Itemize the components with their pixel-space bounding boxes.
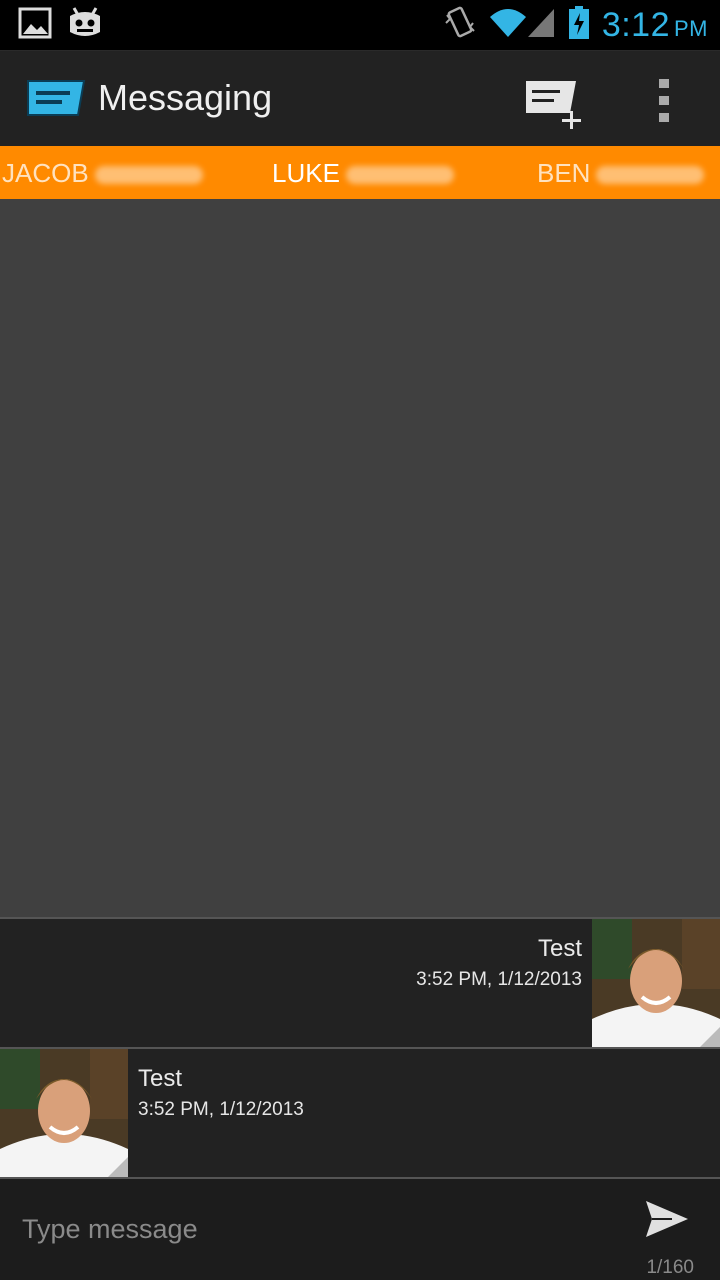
status-bar: 3:12 PM <box>0 0 720 50</box>
compose-bar: 1/160 <box>0 1177 720 1280</box>
message-timestamp: 3:52 PM, 1/12/2013 <box>138 1099 304 1120</box>
new-message-icon[interactable] <box>520 75 586 131</box>
redacted-surname <box>596 166 705 185</box>
message-timestamp: 3:52 PM, 1/12/2013 <box>416 969 582 990</box>
clock-time: 3:12 <box>601 5 670 44</box>
redacted-surname <box>94 166 203 185</box>
conversation-area[interactable] <box>0 199 720 917</box>
message-text: Test <box>138 1065 183 1092</box>
cyanogenmod-icon <box>66 6 104 45</box>
signal-icon <box>526 7 556 44</box>
message-item[interactable]: Test 3:52 PM, 1/12/2013 <box>0 917 720 1047</box>
message-input[interactable] <box>22 1203 602 1255</box>
tab-contact-1[interactable]: JACOB <box>2 146 203 199</box>
overflow-menu-icon[interactable] <box>650 75 678 125</box>
contact-tab-strip: JACOB LUKE BEN <box>0 146 720 199</box>
clock: 3:12 PM <box>602 6 708 45</box>
tab-label: LUKE <box>272 158 340 188</box>
battery-charging-icon <box>568 5 590 45</box>
message-body: Test 3:52 PM, 1/12/2013 <box>416 935 582 991</box>
gallery-notification-icon <box>18 6 52 45</box>
redacted-surname <box>345 166 454 185</box>
message-body: Test 3:52 PM, 1/12/2013 <box>138 1065 304 1121</box>
tab-contact-3[interactable]: BEN <box>537 146 705 199</box>
tab-label: BEN <box>537 158 591 188</box>
vibrate-icon <box>444 5 476 46</box>
app-title: Messaging <box>98 77 273 118</box>
tab-contact-2[interactable]: LUKE <box>272 146 454 199</box>
messaging-app-icon[interactable] <box>24 79 86 122</box>
message-item[interactable]: Test 3:52 PM, 1/12/2013 <box>0 1047 720 1177</box>
character-counter: 1/160 <box>646 1257 694 1278</box>
avatar[interactable] <box>0 1049 128 1177</box>
message-text: Test <box>537 935 582 962</box>
wifi-icon <box>488 7 528 44</box>
send-icon[interactable] <box>642 1197 692 1241</box>
clock-ampm: PM <box>674 15 708 41</box>
tab-label: JACOB <box>2 158 89 188</box>
avatar[interactable] <box>592 919 720 1047</box>
action-bar: Messaging <box>0 50 720 146</box>
